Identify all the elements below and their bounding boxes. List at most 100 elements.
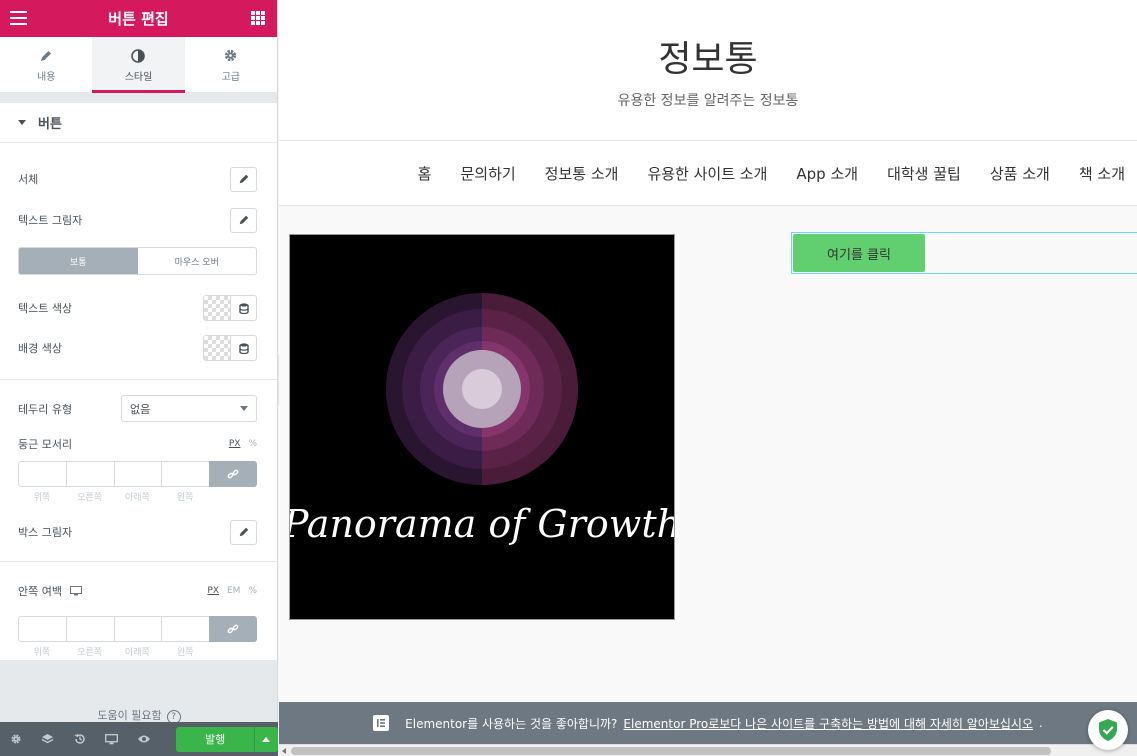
- bg-color-label: 배경 색상: [18, 342, 62, 355]
- unit-percent[interactable]: %: [248, 586, 257, 596]
- elementor-pro-notice: Elementor를 사용하는 것을 좋아합니까? Elementor Pro로…: [279, 702, 1137, 744]
- tab-content-label: 내용: [36, 71, 56, 83]
- border-radius-row: 둥근 모서리 PX %: [0, 433, 277, 455]
- border-type-value: 없음: [130, 402, 151, 416]
- padding-right-input[interactable]: [65, 616, 114, 642]
- padding-left-input[interactable]: [161, 616, 209, 642]
- nav-item-tips[interactable]: 대학생 꿀팁: [887, 163, 961, 184]
- unit-px[interactable]: PX: [207, 586, 219, 596]
- panel-tabs: 내용 스타일 고급: [0, 37, 277, 93]
- responsive-desktop-icon[interactable]: [96, 722, 128, 756]
- click-here-button[interactable]: 여기를 클릭: [793, 234, 925, 272]
- border-radius-inputs: [18, 461, 257, 487]
- layers-icon[interactable]: [32, 722, 64, 756]
- radius-units: PX %: [229, 439, 257, 449]
- nav-item-about[interactable]: 정보통 소개: [545, 163, 619, 184]
- text-shadow-row: 텍스트 그림자: [0, 199, 277, 239]
- widgets-grid-icon[interactable]: [251, 11, 265, 25]
- pencil-icon: [239, 215, 248, 225]
- link-icon: [227, 624, 239, 634]
- section-title: 버튼: [38, 117, 62, 132]
- text-color-picker[interactable]: [203, 295, 257, 321]
- site-title[interactable]: 정보통: [279, 0, 1137, 82]
- color-swatch[interactable]: [204, 296, 231, 320]
- nav-item-sites[interactable]: 유용한 사이트 소개: [647, 163, 767, 184]
- publish-button[interactable]: 발행: [176, 726, 254, 752]
- dim-label-top: 위쪽: [33, 648, 51, 658]
- half-circle-icon: [131, 47, 146, 65]
- bg-color-picker[interactable]: [203, 335, 257, 361]
- button-widget[interactable]: 여기를 클릭: [791, 232, 1137, 274]
- typography-row: 서체: [0, 143, 277, 199]
- dim-label-right: 오른쪽: [77, 648, 103, 658]
- panel-footer: 발행: [0, 722, 278, 756]
- panel-spacer: [0, 93, 277, 103]
- history-icon[interactable]: [64, 722, 96, 756]
- unit-percent[interactable]: %: [248, 439, 257, 449]
- radius-right-input[interactable]: [65, 461, 114, 487]
- radius-top-input[interactable]: [18, 461, 66, 487]
- tab-content[interactable]: 내용: [0, 37, 92, 92]
- nav-item-contact[interactable]: 문의하기: [460, 163, 515, 184]
- tab-hover[interactable]: 마우스 오버: [138, 248, 257, 274]
- text-color-row: 텍스트 색상: [0, 275, 277, 325]
- padding-units: PX EM %: [207, 586, 257, 596]
- tab-style[interactable]: 스타일: [92, 37, 185, 93]
- shield-check-icon: [1099, 719, 1117, 741]
- site-tagline: 유용한 정보를 알려주는 정보통: [617, 93, 799, 109]
- padding-bottom-input[interactable]: [113, 616, 162, 642]
- padding-top-input[interactable]: [18, 616, 66, 642]
- menu-icon[interactable]: [10, 11, 27, 25]
- border-type-label: 테두리 유형: [18, 402, 73, 416]
- scroll-thumb[interactable]: [291, 747, 1051, 755]
- horizontal-scrollbar[interactable]: [279, 744, 1137, 756]
- panel-title: 버튼 편집: [108, 10, 169, 28]
- security-shield-badge[interactable]: [1088, 710, 1128, 750]
- global-colors-icon[interactable]: [231, 336, 256, 360]
- box-shadow-edit-button[interactable]: [230, 519, 257, 545]
- pencil-icon: [39, 47, 53, 65]
- dim-label-left: 왼쪽: [176, 493, 194, 503]
- global-colors-icon[interactable]: [231, 296, 256, 320]
- nav-item-products[interactable]: 상품 소개: [990, 163, 1050, 184]
- typography-edit-button[interactable]: [230, 166, 257, 192]
- border-type-select[interactable]: 없음: [121, 395, 257, 422]
- caret-down-icon: [18, 120, 26, 125]
- unit-px[interactable]: PX: [229, 439, 241, 449]
- panorama-logo-image: Panorama of Growth: [282, 293, 681, 546]
- scroll-left-icon[interactable]: [282, 748, 286, 754]
- padding-label: 안쪽 여백: [18, 585, 62, 598]
- pencil-icon: [239, 527, 248, 537]
- tab-normal[interactable]: 보통: [19, 248, 138, 274]
- dim-label-right: 오른쪽: [77, 493, 103, 503]
- panel-content: 버튼 서체 텍스트 그림자 보통 마우스 오버 텍스트 색상 배경 색상 테두리…: [0, 103, 277, 660]
- link-values-button[interactable]: [209, 616, 257, 642]
- border-radius-label: 둥근 모서리: [18, 438, 73, 451]
- panel-header: 버튼 편집: [0, 0, 277, 37]
- nav-item-home[interactable]: 홈: [418, 163, 432, 184]
- dim-label-left: 왼쪽: [176, 648, 194, 658]
- section-toggle-button[interactable]: 버튼: [0, 103, 277, 143]
- settings-gear-icon[interactable]: [0, 722, 32, 756]
- padding-row: 안쪽 여백 PX EM %: [0, 562, 277, 616]
- radius-bottom-input[interactable]: [113, 461, 162, 487]
- text-shadow-edit-button[interactable]: [230, 207, 257, 233]
- desktop-icon[interactable]: [69, 586, 82, 596]
- featured-image[interactable]: Panorama of Growth: [282, 234, 681, 620]
- link-values-button[interactable]: [209, 461, 257, 487]
- nav-item-books[interactable]: 책 소개: [1079, 163, 1125, 184]
- publish-options-button[interactable]: [253, 726, 278, 752]
- radius-left-input[interactable]: [161, 461, 209, 487]
- notice-link[interactable]: Elementor Pro로보다 나은 사이트를 구축하는 방법에 대해 자세히…: [623, 715, 1033, 732]
- main-nav: 홈 문의하기 정보통 소개 유용한 사이트 소개 App 소개 대학생 꿀팁 상…: [279, 140, 1137, 206]
- dim-label-bottom: 아래쪽: [124, 493, 150, 503]
- dim-label-top: 위쪽: [33, 493, 51, 503]
- color-swatch[interactable]: [204, 336, 231, 360]
- nav-item-apps[interactable]: App 소개: [796, 163, 858, 184]
- box-shadow-label: 박스 그림자: [18, 526, 73, 539]
- site-preview: 정보통 유용한 정보를 알려주는 정보통 홈 문의하기 정보통 소개 유용한 사…: [279, 0, 1137, 756]
- tab-advanced[interactable]: 고급: [185, 37, 277, 92]
- preview-eye-icon[interactable]: [128, 722, 160, 756]
- unit-em[interactable]: EM: [227, 586, 240, 596]
- text-color-label: 텍스트 색상: [18, 302, 73, 315]
